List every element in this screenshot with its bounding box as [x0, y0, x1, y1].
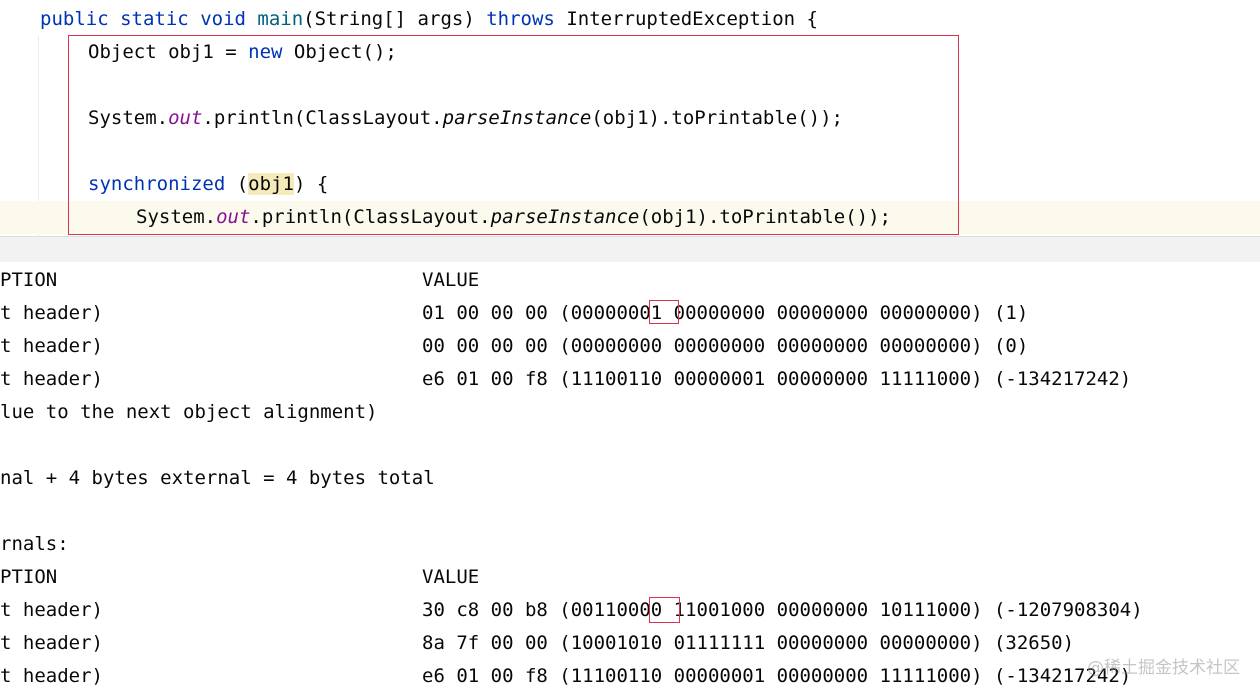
- lock-bits-highlight-box: [649, 300, 679, 324]
- console-text: t header): [0, 599, 103, 621]
- console-text: 01 00 00 00 (00000001 00000000 00000000 …: [422, 297, 1028, 330]
- console-text: 00 00 00 00 (00000000 00000000 00000000 …: [422, 335, 1029, 357]
- console-text: 30 c8 00 b8 (00110000 11001000 00000000 …: [422, 594, 1143, 627]
- console-text: t header): [0, 302, 103, 324]
- console-text: t header): [0, 335, 103, 357]
- code-highlight-box: [68, 35, 959, 235]
- console-text: lue to the next object alignment): [0, 401, 378, 423]
- value-text: 30 c8 00 b8 (001100: [422, 599, 640, 621]
- console-text: PTION: [0, 269, 58, 291]
- keyword-throws: throws: [486, 8, 555, 30]
- value-text: 01 00 00 00 (000000: [422, 302, 640, 324]
- value-text: 00000000 00000000 00000000) (1): [662, 302, 1029, 324]
- panel-divider[interactable]: [0, 236, 1260, 262]
- console-text: PTION: [0, 566, 58, 588]
- method-name-main: main: [257, 8, 304, 30]
- console-output[interactable]: PTION VALUE t header) 01 00 00 00 (00000…: [0, 262, 1260, 696]
- keyword-void: void: [200, 8, 246, 30]
- console-text: 8a 7f 00 00 (10001010 01111111 00000000 …: [422, 632, 1075, 654]
- lock-bits-highlight-box: [649, 597, 680, 623]
- console-text: nal + 4 bytes external = 4 bytes total: [0, 467, 435, 489]
- value-text: 11001000 00000000 10111000) (-1207908304…: [662, 599, 1143, 621]
- console-text: e6 01 00 f8 (11100110 00000001 00000000 …: [422, 368, 1132, 390]
- console-text: e6 01 00 f8 (11100110 00000001 00000000 …: [422, 665, 1132, 687]
- code-line-main-signature[interactable]: public static void main(String[] args) t…: [40, 3, 818, 36]
- console-text: VALUE: [422, 566, 480, 588]
- console-text: t header): [0, 632, 103, 654]
- keyword-static: static: [120, 8, 189, 30]
- watermark: @稀土掘金技术社区: [1087, 658, 1240, 678]
- keyword-public: public: [40, 8, 109, 30]
- console-text: rnals:: [0, 533, 69, 555]
- exception-type: InterruptedException {: [566, 8, 818, 30]
- code-editor[interactable]: public static void main(String[] args) t…: [0, 0, 1260, 236]
- console-text: t header): [0, 665, 103, 687]
- console-text: t header): [0, 368, 103, 390]
- console-text: VALUE: [422, 269, 480, 291]
- method-params: (String[] args): [303, 8, 475, 30]
